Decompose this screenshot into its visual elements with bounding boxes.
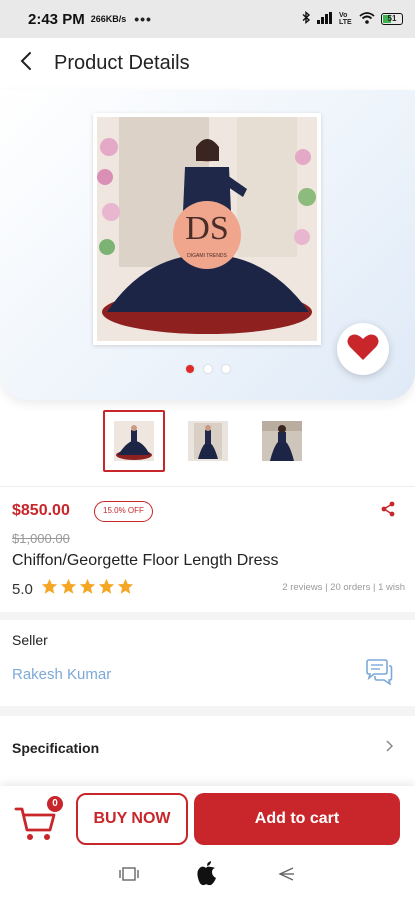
svg-text:DIGAMI TRENDS: DIGAMI TRENDS — [187, 253, 227, 259]
status-bar: 2:43 PM 266KB/s ••• Vo LTE 51 — [0, 0, 415, 38]
apple-logo-icon — [196, 860, 218, 892]
discount-badge: 15.0% OFF — [94, 501, 153, 522]
network-label: Vo LTE — [339, 12, 352, 26]
product-gallery: DS DIGAMI TRENDS — [0, 90, 415, 400]
thumbnail-1[interactable] — [102, 410, 165, 472]
home-button[interactable] — [187, 856, 227, 896]
star-icon — [79, 578, 96, 600]
share-button[interactable] — [369, 496, 407, 526]
specification-row[interactable]: Specification — [0, 726, 415, 770]
cart-count-badge: 0 — [47, 796, 63, 812]
recents-button[interactable] — [109, 856, 149, 896]
cart-button[interactable]: 0 — [14, 796, 66, 842]
seller-name-link[interactable]: Rakesh Kumar — [12, 666, 111, 683]
seller-label: Seller — [12, 632, 48, 648]
rating-value: 5.0 — [12, 580, 33, 598]
chat-icon — [365, 658, 393, 690]
product-price: $850.00 — [12, 502, 70, 519]
chat-seller-button[interactable] — [362, 657, 396, 691]
bluetooth-icon — [302, 11, 311, 27]
wifi-icon — [359, 11, 375, 27]
battery-level: 51 — [387, 14, 397, 23]
battery-icon: 51 — [381, 13, 403, 25]
star-icon — [117, 578, 134, 600]
svg-text:DS: DS — [185, 210, 228, 247]
original-price: $1,000.00 — [12, 531, 70, 546]
specification-label: Specification — [12, 740, 100, 756]
rating-row: 5.0 — [12, 578, 134, 600]
star-rating — [41, 578, 134, 600]
thumbnail-strip — [0, 410, 415, 472]
section-separator — [0, 612, 415, 620]
recents-icon — [119, 866, 139, 886]
triangle-back-icon — [277, 866, 295, 887]
back-nav-button[interactable] — [266, 856, 306, 896]
star-icon — [98, 578, 115, 600]
bottom-action-bar: 0 BUY NOW Add to cart — [0, 786, 415, 852]
cart-icon — [14, 806, 58, 847]
status-more: ••• — [134, 11, 152, 27]
share-icon — [380, 501, 396, 522]
star-icon — [41, 578, 58, 600]
carousel-dot[interactable] — [221, 365, 230, 373]
back-button[interactable] — [4, 41, 48, 85]
status-icons: Vo LTE 51 — [302, 11, 403, 27]
carousel-dot[interactable] — [185, 365, 194, 373]
system-nav-bar — [0, 852, 415, 900]
product-image[interactable]: DS DIGAMI TRENDS — [93, 113, 321, 345]
signal-icon — [317, 11, 333, 27]
page-title: Product Details — [54, 51, 190, 74]
app-header: Product Details — [0, 38, 415, 88]
product-stats: 2 reviews | 20 orders | 1 wish — [282, 582, 405, 593]
status-time: 2:43 PM — [28, 10, 85, 28]
section-separator — [0, 706, 415, 716]
buy-now-button[interactable]: BUY NOW — [76, 793, 188, 845]
divider — [0, 486, 415, 487]
thumbnail-2[interactable] — [177, 410, 239, 472]
carousel-indicator — [0, 365, 415, 373]
star-icon — [60, 578, 77, 600]
thumbnail-3[interactable] — [251, 410, 313, 472]
heart-icon — [347, 333, 379, 366]
chevron-right-icon — [385, 739, 394, 757]
status-speed: 266KB/s — [90, 14, 127, 24]
carousel-dot[interactable] — [203, 365, 212, 373]
add-to-cart-button[interactable]: Add to cart — [194, 793, 400, 845]
product-name: Chiffon/Georgette Floor Length Dress — [12, 552, 279, 569]
chevron-left-icon — [19, 51, 33, 76]
